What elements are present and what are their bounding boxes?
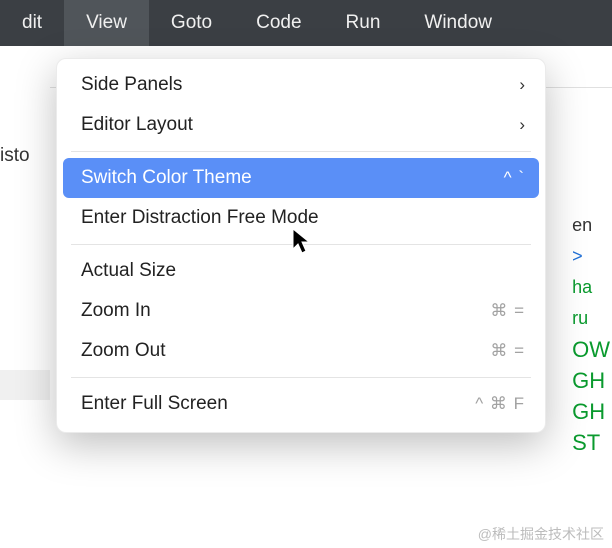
watermark-text: @稀土掘金技术社区 (478, 524, 604, 544)
sidebar-label-fragment: isto (0, 145, 30, 167)
menu-separator (71, 151, 531, 152)
menu-view[interactable]: View (64, 0, 149, 46)
menubar: dit View Goto Code Run Window (0, 0, 612, 46)
code-fragment: GH (572, 365, 610, 396)
code-fragment: ru (572, 303, 610, 334)
menuitem-shortcut: ^ ` (504, 168, 525, 188)
menuitem-label: Switch Color Theme (81, 167, 252, 189)
menuitem-side-panels[interactable]: Side Panels › (57, 65, 545, 105)
menuitem-distraction-free[interactable]: Enter Distraction Free Mode (57, 198, 545, 238)
menu-edit[interactable]: dit (0, 0, 64, 46)
menuitem-label: Zoom In (81, 300, 151, 322)
left-strip (0, 46, 50, 548)
menuitem-enter-full-screen[interactable]: Enter Full Screen ^ ⌘ F (57, 384, 545, 424)
code-fragment: ha (572, 272, 610, 303)
menuitem-editor-layout[interactable]: Editor Layout › (57, 105, 545, 145)
code-fragment: ST (572, 427, 610, 458)
code-fragment: OW (572, 334, 610, 365)
menu-separator (71, 377, 531, 378)
menu-window[interactable]: Window (402, 0, 514, 46)
code-fragment: > (572, 241, 610, 272)
menuitem-zoom-out[interactable]: Zoom Out ⌘ = (57, 331, 545, 371)
menuitem-actual-size[interactable]: Actual Size (57, 251, 545, 291)
chevron-right-icon: › (519, 115, 525, 135)
menuitem-zoom-in[interactable]: Zoom In ⌘ = (57, 291, 545, 331)
menu-run[interactable]: Run (324, 0, 403, 46)
view-menu-dropdown: Side Panels › Editor Layout › Switch Col… (56, 58, 546, 433)
menu-code[interactable]: Code (234, 0, 323, 46)
menuitem-label: Enter Distraction Free Mode (81, 207, 319, 229)
menuitem-switch-color-theme[interactable]: Switch Color Theme ^ ` (63, 158, 539, 198)
menuitem-label: Zoom Out (81, 340, 165, 362)
code-fragment: en (572, 210, 610, 241)
menu-goto[interactable]: Goto (149, 0, 234, 46)
sidebar-highlight-fragment (0, 370, 50, 400)
code-fragment: GH (572, 396, 610, 427)
menuitem-label: Editor Layout (81, 114, 193, 136)
menuitem-shortcut: ⌘ = (490, 341, 525, 361)
chevron-right-icon: › (519, 75, 525, 95)
menuitem-label: Enter Full Screen (81, 393, 228, 415)
menuitem-label: Side Panels (81, 74, 182, 96)
editor-background-code: en > ha ru OW GH GH ST (572, 210, 610, 458)
menu-separator (71, 244, 531, 245)
menuitem-shortcut: ^ ⌘ F (475, 394, 525, 414)
menuitem-label: Actual Size (81, 260, 176, 282)
menuitem-shortcut: ⌘ = (490, 301, 525, 321)
